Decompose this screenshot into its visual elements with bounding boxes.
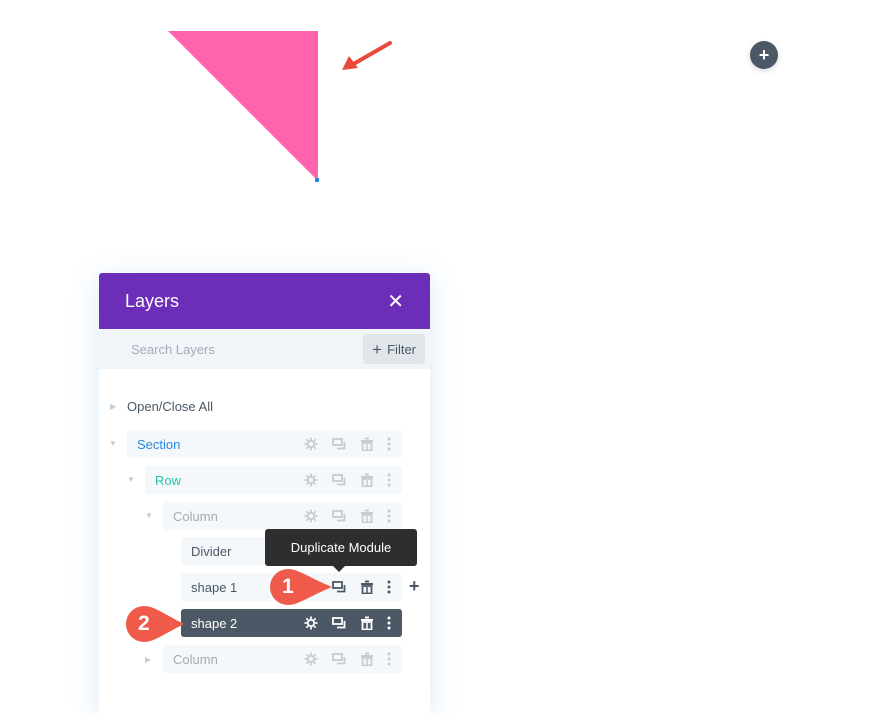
plus-icon: + <box>372 339 383 359</box>
gear-icon[interactable] <box>302 651 319 668</box>
layer-label: Row <box>155 472 182 488</box>
more-options-icon[interactable] <box>386 508 392 525</box>
layer-label: Column <box>173 651 218 667</box>
layer-column[interactable]: Column <box>163 645 402 673</box>
filter-label: Filter <box>387 341 416 357</box>
tooltip-text: Duplicate Module <box>290 540 392 555</box>
duplicate-icon[interactable] <box>330 508 347 525</box>
more-options-icon[interactable] <box>386 579 392 596</box>
layers-panel-header: Layers ✕ <box>99 273 430 329</box>
layer-label: shape 1 <box>191 579 238 595</box>
open-close-all-link[interactable]: Open/Close All <box>127 399 213 414</box>
gear-icon[interactable] <box>302 472 319 489</box>
trash-icon[interactable] <box>358 579 375 596</box>
callout-1-number: 1 <box>282 575 294 598</box>
layer-label: Column <box>173 508 218 524</box>
more-options-icon[interactable] <box>386 436 392 453</box>
trash-icon[interactable] <box>358 651 375 668</box>
layer-row[interactable]: Row <box>145 466 402 494</box>
layer-section[interactable]: Section <box>127 430 402 458</box>
callout-1-badge <box>270 569 332 605</box>
duplicate-icon[interactable] <box>330 615 347 632</box>
trash-icon[interactable] <box>358 508 375 525</box>
panel-title: Layers <box>125 290 180 311</box>
gear-icon[interactable] <box>302 508 319 525</box>
layer-column[interactable]: Column <box>163 502 402 530</box>
add-module-button[interactable]: + <box>409 576 420 597</box>
shape-anchor-dot <box>315 178 319 182</box>
callout-2-number: 2 <box>138 612 150 635</box>
trash-icon[interactable] <box>358 472 375 489</box>
column-toggle-icon[interactable]: ▼ <box>145 511 153 520</box>
duplicate-icon[interactable] <box>330 651 347 668</box>
plus-icon: + <box>758 45 770 65</box>
trash-icon[interactable] <box>358 436 375 453</box>
search-layers-input[interactable] <box>129 340 313 358</box>
row-toggle-icon[interactable]: ▼ <box>127 475 135 484</box>
trash-icon[interactable] <box>358 615 375 632</box>
more-options-icon[interactable] <box>386 651 392 668</box>
callout-2-badge <box>126 606 184 642</box>
search-bar: + Filter <box>99 329 430 369</box>
layer-label: Section <box>137 436 181 452</box>
annotation-arrow-icon <box>342 41 392 70</box>
more-options-icon[interactable] <box>386 615 392 632</box>
add-section-button[interactable]: + <box>750 41 778 69</box>
section-toggle-icon[interactable]: ▼ <box>109 439 117 448</box>
gear-icon[interactable] <box>302 615 319 632</box>
duplicate-module-tooltip: Duplicate Module <box>265 529 417 572</box>
duplicate-icon[interactable] <box>330 472 347 489</box>
pink-triangle-shape[interactable] <box>168 31 318 181</box>
duplicate-icon[interactable] <box>330 436 347 453</box>
expand-all-toggle-icon[interactable]: ▶ <box>110 402 116 411</box>
layer-label: Divider <box>191 543 232 559</box>
close-icon[interactable]: ✕ <box>387 289 404 314</box>
filter-button[interactable]: + Filter <box>363 334 425 364</box>
layer-shape-2-module[interactable]: shape 2 <box>181 609 402 637</box>
column-toggle-icon[interactable]: ▶ <box>145 655 151 664</box>
more-options-icon[interactable] <box>386 472 392 489</box>
layer-label: shape 2 <box>191 615 238 631</box>
gear-icon[interactable] <box>302 436 319 453</box>
